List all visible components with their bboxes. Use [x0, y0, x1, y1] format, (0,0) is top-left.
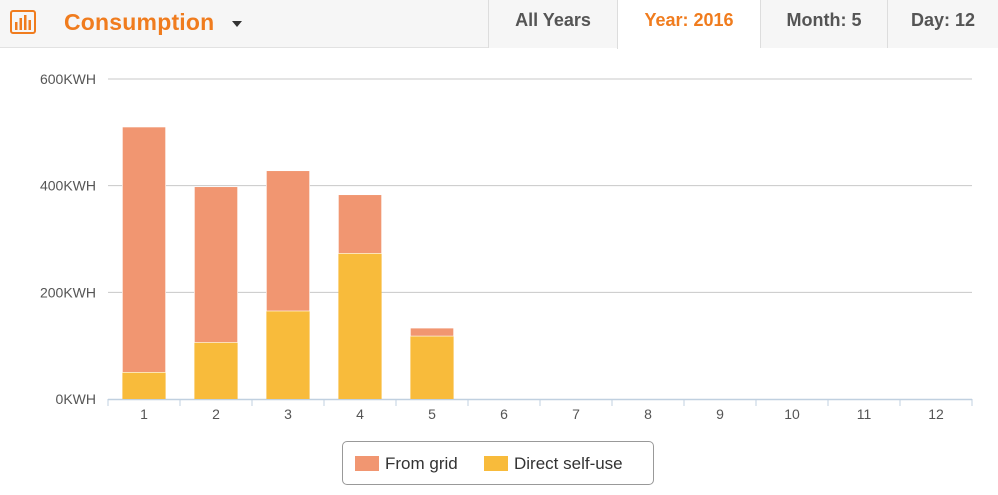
legend-swatch-from-grid	[355, 456, 379, 471]
bar-direct-self-use	[194, 342, 238, 399]
stacked-bar-chart: 0KWH200KWH400KWH600KWH1 2 3 4 5 6 7 8 9 10 11 12	[40, 71, 973, 422]
legend-label-direct-self-use: Direct self-use	[514, 454, 623, 473]
bar-from-grid	[410, 327, 454, 337]
bar-from-grid	[122, 126, 166, 373]
tab-day[interactable]: Day: 12	[887, 0, 998, 48]
tab-month[interactable]: Month: 5	[760, 0, 887, 48]
bar-from-grid	[266, 170, 310, 312]
bar-chart-icon	[10, 10, 36, 34]
x-tick-label: 6	[500, 406, 508, 422]
caret-down-icon[interactable]	[232, 21, 242, 27]
legend-item-from-grid[interactable]: From grid	[355, 454, 458, 474]
bar-direct-self-use	[410, 336, 454, 399]
bar-direct-self-use	[266, 311, 310, 399]
x-tick-label: 12	[928, 406, 944, 422]
y-tick-label: 0KWH	[56, 391, 96, 407]
bar-from-grid	[338, 194, 382, 254]
chart-area: 0KWH 200KWH 400KWH 600KWH 1 2 3 4 5 6 7 8 9 10 11 12	[0, 48, 998, 495]
x-tick-label: 11	[857, 406, 872, 422]
x-tick-label: 3	[284, 406, 292, 422]
legend-swatch-direct-self-use	[484, 456, 508, 471]
y-tick-label: 400KWH	[40, 178, 96, 194]
x-tick-label: 8	[644, 406, 652, 422]
y-tick-label: 200KWH	[40, 284, 96, 300]
tab-all-years[interactable]: All Years	[488, 0, 617, 48]
x-tick-label: 5	[428, 406, 436, 422]
y-tick-label: 600KWH	[40, 71, 96, 87]
tab-year[interactable]: Year: 2016	[617, 0, 760, 49]
legend-item-direct-self-use[interactable]: Direct self-use	[484, 454, 623, 474]
x-tick-label: 2	[212, 406, 220, 422]
bar-direct-self-use	[122, 372, 166, 399]
x-tick-label: 10	[784, 406, 800, 422]
x-tick-label: 7	[572, 406, 580, 422]
bar-direct-self-use	[338, 253, 382, 399]
chart-legend: From grid Direct self-use	[342, 441, 654, 485]
x-tick-label: 1	[140, 406, 148, 422]
bar-from-grid	[194, 186, 238, 343]
legend-label-from-grid: From grid	[385, 454, 458, 473]
chart-header: Consumption All Years Year: 2016 Month: …	[0, 0, 998, 49]
x-tick-label: 9	[716, 406, 724, 422]
x-tick-label: 4	[356, 406, 364, 422]
chart-title-dropdown[interactable]: Consumption	[64, 9, 214, 36]
